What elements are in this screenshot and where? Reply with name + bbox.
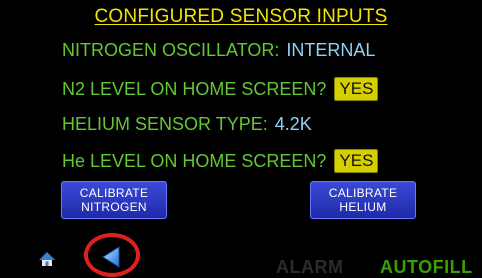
calibrate-helium-button[interactable]: CALIBRATE HELIUM xyxy=(310,181,416,219)
helium-sensor-type-row: HELIUM SENSOR TYPE: 4.2K xyxy=(62,114,312,135)
home-icon[interactable] xyxy=(39,251,55,267)
autofill-indicator: AUTOFILL xyxy=(380,257,473,277)
nitrogen-oscillator-label: NITROGEN OSCILLATOR: xyxy=(62,40,280,60)
n2-level-home-toggle[interactable]: YES xyxy=(334,77,379,101)
calibrate-nitrogen-line2: NITROGEN xyxy=(81,200,147,214)
n2-level-home-label: N2 LEVEL ON HOME SCREEN? xyxy=(62,78,327,99)
nitrogen-oscillator-value[interactable]: INTERNAL xyxy=(286,40,375,61)
he-level-home-label: He LEVEL ON HOME SCREEN? xyxy=(62,150,327,171)
back-arrow-icon[interactable] xyxy=(101,246,121,268)
n2-level-home-row: N2 LEVEL ON HOME SCREEN? YES xyxy=(62,77,379,101)
alarm-indicator: ALARM xyxy=(276,257,344,277)
helium-sensor-type-label: HELIUM SENSOR TYPE: xyxy=(62,114,268,134)
page-title: CONFIGURED SENSOR INPUTS xyxy=(94,6,388,27)
calibrate-helium-line2: HELIUM xyxy=(339,200,387,214)
he-level-home-toggle[interactable]: YES xyxy=(334,149,379,173)
calibrate-nitrogen-line1: CALIBRATE xyxy=(79,186,149,200)
he-level-home-row: He LEVEL ON HOME SCREEN? YES xyxy=(62,149,379,173)
calibrate-nitrogen-button[interactable]: CALIBRATE NITROGEN xyxy=(61,181,167,219)
calibrate-helium-line1: CALIBRATE xyxy=(328,186,398,200)
nitrogen-oscillator-row: NITROGEN OSCILLATOR: INTERNAL xyxy=(62,40,375,61)
helium-sensor-type-value[interactable]: 4.2K xyxy=(275,114,312,135)
